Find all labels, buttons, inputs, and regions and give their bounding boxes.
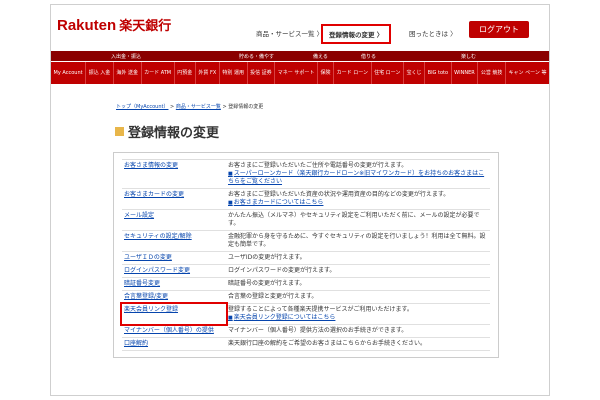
setting-description: ログインパスワードの変更が行えます。 <box>226 265 490 277</box>
breadcrumb-separator: > <box>168 104 176 110</box>
detail-link[interactable]: お客さまカードについてはこちら <box>228 199 488 207</box>
description-text: 金融犯罪から身を守るために、今すぐセキュリティの設定を行いましょう！利用は全て無… <box>228 233 486 248</box>
category-label: 入出金・振込 <box>111 54 142 60</box>
table-row: お客さま情報の変更お客さまにご登録いただいたご住所や電話番号の変更が行えます。ス… <box>122 160 490 189</box>
setting-link[interactable]: ユーザＩＤの変更 <box>122 252 226 264</box>
setting-link[interactable]: メール設定 <box>122 210 226 230</box>
setting-description: お客さまにご登録いただいたご住所や電話番号の変更が行えます。スーパーローンカード… <box>226 160 490 188</box>
nav-help[interactable]: 困ったときは 〉 <box>409 28 457 38</box>
breadcrumb-list-link[interactable]: 商品・サービス一覧 <box>176 104 221 110</box>
setting-link[interactable]: セキュリティの設定/解除 <box>122 231 226 251</box>
logo-text-jp: 楽天銀行 <box>119 18 172 33</box>
table-row: 口座解約 楽天銀行口座の解約をご希望のお客さまはこちらからお手続きください。 <box>122 338 490 351</box>
setting-link[interactable]: 楽天会員リンク登録 <box>120 302 228 326</box>
service-nav-bar: My Account 振込 入金 海外 送金 カード ATM 円預金 外貨 FX… <box>51 62 549 84</box>
setting-link[interactable]: 口座解約 <box>122 338 226 350</box>
nav-item-money-support[interactable]: マネー サポート <box>275 62 318 84</box>
description-text: 合言葉の登録と変更が行えます。 <box>228 293 318 300</box>
nav-item-fx[interactable]: 外貨 FX <box>196 62 220 84</box>
nav-item-campaign[interactable]: キャン ペーン 等 <box>506 62 549 84</box>
site-header: Rakuten 楽天銀行 商品・サービス一覧 〉 登録情報の変更 〉 困ったときは… <box>51 5 549 45</box>
nav-item-myaccount[interactable]: My Account <box>51 62 87 84</box>
category-label: 備える <box>313 54 328 60</box>
table-row: ログインパスワード変更 ログインパスワードの変更が行えます。 <box>122 265 490 278</box>
nav-item-insurance[interactable]: 保険 <box>318 62 335 84</box>
table-row: 楽天会員リンク登録 登録することによって各種楽天提携サービスがご利用いただけます。… <box>120 302 490 326</box>
description-text: 楽天銀行口座の解約をご希望のお客さまはこちらからお手続きください。 <box>228 340 427 347</box>
rakuten-bank-logo[interactable]: Rakuten 楽天銀行 <box>57 15 171 35</box>
logo-text-en: Rakuten <box>57 17 117 34</box>
breadcrumb-current: 登録情報の変更 <box>228 104 264 110</box>
nav-item-lottery[interactable]: 宝くじ <box>404 62 426 84</box>
table-row: メール設定 かんたん振込（メルマネ）やセキュリティ設定をご利用いただく前に、メール… <box>122 210 490 231</box>
nav-item-investment[interactable]: 投信 証券 <box>248 62 276 84</box>
nav-item-overseas[interactable]: 海外 送金 <box>114 62 142 84</box>
description-text: お客さまにご登録いただいたご住所や電話番号の変更が行えます。 <box>228 162 408 169</box>
table-row: セキュリティの設定/解除 金融犯罪から身を守るために、今すぐセキュリティの設定を行… <box>122 231 490 252</box>
description-text: ユーザIDの変更が行えます。 <box>228 254 306 261</box>
detail-link[interactable]: スーパーローンカード（楽天銀行カードローン※旧マイワンカード）をお持ちのお客さま… <box>228 170 488 186</box>
description-text: 登録することによって各種楽天提携サービスがご利用いただけます。 <box>228 306 413 313</box>
nav-item-special[interactable]: 特別 運用 <box>220 62 248 84</box>
browser-page: Rakuten 楽天銀行 商品・サービス一覧 〉 登録情報の変更 〉 困ったときは… <box>50 4 550 396</box>
table-row: ユーザＩＤの変更 ユーザIDの変更が行えます。 <box>122 252 490 265</box>
setting-description: お客さまにご登録いただいた資産の状況や運用資産の目的などの変更が行えます。お客さ… <box>226 189 490 209</box>
nav-products[interactable]: 商品・サービス一覧 〉 <box>256 28 323 38</box>
breadcrumb: トップ（MyAccount） > 商品・サービス一覧 > 登録情報の変更 <box>116 103 263 110</box>
breadcrumb-top-link[interactable]: トップ（MyAccount） <box>116 104 168 110</box>
setting-link[interactable]: マイナンバー（個人番号）の提供 <box>122 325 226 337</box>
settings-table: お客さま情報の変更お客さまにご登録いただいたご住所や電話番号の変更が行えます。ス… <box>113 152 499 358</box>
nav-registration-change[interactable]: 登録情報の変更 〉 <box>321 24 392 44</box>
setting-description: ユーザIDの変更が行えます。 <box>226 252 490 264</box>
table-row: マイナンバー（個人番号）の提供 マイナンバー（個人番号）提供方法の選択のお手続きが… <box>122 325 490 338</box>
description-text: 暗証番号の変更が行えます。 <box>228 280 306 287</box>
setting-description: 金融犯罪から身を守るために、今すぐセキュリティの設定を行いましょう！利用は全て無… <box>226 231 490 251</box>
nav-item-card-atm[interactable]: カード ATM <box>142 62 175 84</box>
nav-item-winner[interactable]: WINNER <box>452 62 479 84</box>
category-label: 楽しむ <box>461 54 477 60</box>
table-row: 合言葉登録/変更 合言葉の登録と変更が行えます。 <box>122 291 490 304</box>
nav-item-card-loan[interactable]: カード ローン <box>334 62 372 84</box>
setting-link[interactable]: お客さま情報の変更 <box>122 160 226 188</box>
nav-item-housing-loan[interactable]: 住宅 ローン <box>372 62 404 84</box>
nav-item-public-racing[interactable]: 公営 競技 <box>478 62 506 84</box>
setting-link[interactable]: 合言葉登録/変更 <box>122 291 226 303</box>
nav-item-transfer[interactable]: 振込 入金 <box>86 62 114 84</box>
description-text: マイナンバー（個人番号）提供方法の選択のお手続きができます。 <box>228 327 408 334</box>
description-text: お客さまにご登録いただいた資産の状況や運用資産の目的などの変更が行えます。 <box>228 191 450 198</box>
category-label: 借りる <box>361 54 377 60</box>
description-text: かんたん振込（メルマネ）やセキュリティ設定をご利用いただく前に、メールの設定が必… <box>228 212 480 227</box>
title-square-icon <box>115 127 124 136</box>
nav-item-toto[interactable]: BIG toto <box>425 62 452 84</box>
setting-description: 暗証番号の変更が行えます。 <box>226 278 490 290</box>
setting-link[interactable]: ログインパスワード変更 <box>122 265 226 277</box>
setting-description: マイナンバー（個人番号）提供方法の選択のお手続きができます。 <box>226 325 490 337</box>
table-row: 暗証番号変更 暗証番号の変更が行えます。 <box>122 278 490 291</box>
table-row: お客さまカードの変更 お客さまにご登録いただいた資産の状況や運用資産の目的などの変… <box>122 189 490 210</box>
page-title: 登録情報の変更 <box>115 122 219 141</box>
setting-link[interactable]: お客さまカードの変更 <box>122 189 226 209</box>
setting-description: かんたん振込（メルマネ）やセキュリティ設定をご利用いただく前に、メールの設定が必… <box>226 210 490 230</box>
page-title-text: 登録情報の変更 <box>128 126 220 141</box>
setting-description: 合言葉の登録と変更が行えます。 <box>226 291 490 303</box>
detail-link[interactable]: 楽天会員リンク登録についてはこちら <box>228 314 488 322</box>
logout-button[interactable]: ログアウト <box>469 21 529 38</box>
setting-description: 登録することによって各種楽天提携サービスがご利用いただけます。楽天会員リンク登録… <box>226 304 490 324</box>
category-bar: 入出金・振込 貯める・備やす 備える 借りる 楽しむ <box>51 51 549 61</box>
setting-description: 楽天銀行口座の解約をご希望のお客さまはこちらからお手続きください。 <box>226 338 490 350</box>
nav-item-yen-deposit[interactable]: 円預金 <box>175 62 196 84</box>
description-text: ログインパスワードの変更が行えます。 <box>228 267 336 274</box>
setting-link[interactable]: 暗証番号変更 <box>122 278 226 290</box>
category-label: 貯める・備やす <box>239 54 275 60</box>
